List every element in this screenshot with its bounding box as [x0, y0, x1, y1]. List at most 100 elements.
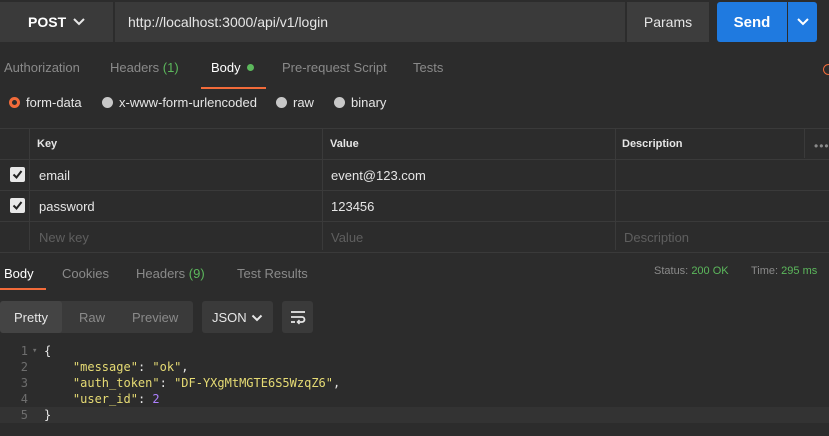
- response-code-viewer[interactable]: 1 ▾ {2 "message": "ok", 3 "auth_token": "DF…: [0, 343, 829, 423]
- tab-cookies[interactable]: Cookies: [62, 266, 109, 281]
- headers-count: (9): [188, 266, 205, 281]
- response-toolbar: Pretty Raw Preview JSON: [0, 301, 829, 333]
- radio-icon: [334, 97, 345, 108]
- new-value-field[interactable]: Value: [323, 222, 363, 252]
- body-type-options: form-data x-www-form-urlencoded raw bina…: [0, 94, 829, 114]
- response-status: Status: 200 OK: [654, 265, 729, 277]
- tab-label: Tests: [413, 60, 444, 75]
- value-field[interactable]: event@123.com: [323, 160, 426, 190]
- radio-icon: [276, 97, 287, 108]
- code-line: 1 ▾ {: [0, 343, 829, 359]
- code-text: "auth_token": "DF-YXgMtMGTE6S5WzqZ6",: [72, 376, 341, 390]
- tab-response-headers[interactable]: Headers (9): [136, 266, 205, 281]
- row-checkbox[interactable]: [10, 198, 25, 213]
- radio-raw[interactable]: raw: [276, 95, 314, 110]
- status-value: 200 OK: [691, 265, 729, 277]
- more-options-icon[interactable]: •••: [814, 139, 829, 153]
- radio-label: binary: [351, 95, 387, 110]
- tab-label: Test Results: [237, 266, 308, 281]
- key-field[interactable]: email: [31, 160, 70, 190]
- status-label: Status:: [654, 265, 689, 277]
- tab-label: Body: [211, 60, 241, 75]
- send-button[interactable]: Send: [717, 2, 787, 42]
- tab-headers[interactable]: Headers (1): [110, 60, 179, 75]
- modified-dot-icon: [246, 64, 254, 71]
- format-label: JSON: [212, 309, 247, 325]
- format-select[interactable]: JSON: [202, 301, 273, 333]
- time-label: Time:: [751, 265, 779, 277]
- code-text: "message": "ok",: [72, 360, 189, 374]
- column-header-key: Key: [37, 138, 58, 150]
- value-field[interactable]: 123456: [323, 191, 374, 221]
- request-tabs: Authorization Headers (1) Body Pre-reque…: [0, 50, 829, 90]
- wrap-lines-button[interactable]: [282, 301, 313, 333]
- params-table: Key Value Description ••• email event@12…: [0, 128, 829, 253]
- radio-label: x-www-form-urlencoded: [119, 95, 257, 110]
- code-line: 3 "auth_token": "DF-YXgMtMGTE6S5WzqZ6",: [0, 375, 829, 391]
- method-select[interactable]: POST: [0, 2, 113, 42]
- line-number: 5: [20, 408, 28, 422]
- code-line: 2 "message": "ok",: [0, 359, 829, 375]
- row-checkbox[interactable]: [10, 167, 25, 182]
- tab-tests[interactable]: Tests: [413, 60, 443, 75]
- tab-label: Pre-request Script: [282, 60, 387, 75]
- tab-response-body[interactable]: Body: [4, 266, 34, 281]
- checkmark-icon: [12, 170, 23, 180]
- tab-label: Cookies: [62, 266, 109, 281]
- code-text: {: [44, 344, 52, 358]
- request-bar: POST http://localhost:3000/api/v1/login …: [0, 0, 829, 44]
- column-divider: [29, 128, 30, 250]
- code-line: 4 "user_id": 2: [0, 391, 829, 407]
- tab-test-results[interactable]: Test Results: [237, 266, 308, 281]
- code-text: "user_id": 2: [72, 392, 160, 406]
- table-header-row: Key Value Description •••: [0, 128, 829, 160]
- chevron-down-icon: [251, 314, 263, 322]
- tab-label: Headers: [136, 266, 186, 281]
- table-row: email event@123.com: [0, 160, 829, 191]
- radio-label: raw: [293, 95, 314, 110]
- tab-label: Body: [4, 266, 34, 281]
- active-tab-indicator: [0, 288, 46, 290]
- column-header-description: Description: [622, 138, 683, 150]
- cookie-indicator-icon[interactable]: [823, 64, 829, 75]
- radio-icon: [102, 97, 113, 108]
- tab-pre-request-script[interactable]: Pre-request Script: [282, 60, 387, 75]
- headers-count: (1): [162, 60, 179, 75]
- radio-x-www-form-urlencoded[interactable]: x-www-form-urlencoded: [102, 95, 257, 110]
- key-field[interactable]: password: [31, 191, 95, 221]
- chevron-down-icon: [796, 18, 809, 26]
- line-number: 1: [20, 344, 28, 358]
- chevron-down-icon: [73, 18, 85, 26]
- radio-selected-icon: [9, 97, 20, 108]
- response-time: Time: 295 ms: [751, 265, 817, 277]
- table-row-new: New key Value Description: [0, 222, 829, 253]
- wrap-text-icon: [290, 311, 305, 325]
- radio-binary[interactable]: binary: [334, 95, 386, 110]
- tab-label: Authorization: [4, 60, 80, 75]
- view-pretty-button[interactable]: Pretty: [0, 301, 62, 333]
- column-divider: [615, 128, 616, 250]
- view-raw-button[interactable]: Raw: [79, 301, 105, 333]
- column-divider: [804, 128, 805, 158]
- radio-form-data[interactable]: form-data: [9, 95, 82, 110]
- params-button[interactable]: Params: [627, 2, 709, 42]
- new-description-field[interactable]: Description: [616, 222, 689, 252]
- time-value: 295 ms: [781, 265, 818, 277]
- tab-authorization[interactable]: Authorization: [4, 60, 80, 75]
- checkmark-icon: [12, 201, 23, 211]
- tab-body[interactable]: Body: [211, 60, 254, 75]
- column-header-value: Value: [330, 138, 359, 150]
- code-line: 5}: [0, 407, 829, 423]
- view-preview-button[interactable]: Preview: [132, 301, 178, 333]
- table-row: password 123456: [0, 191, 829, 222]
- new-key-field[interactable]: New key: [31, 222, 89, 252]
- url-input[interactable]: http://localhost:3000/api/v1/login: [115, 2, 625, 42]
- fold-toggle-icon[interactable]: ▾: [32, 343, 37, 359]
- active-tab-indicator: [201, 87, 266, 89]
- line-number: 2: [20, 360, 28, 374]
- method-label: POST: [28, 14, 67, 30]
- send-options-button[interactable]: [788, 2, 817, 42]
- view-mode-group: Pretty Raw Preview: [0, 301, 193, 333]
- line-number: 4: [20, 392, 28, 406]
- radio-label: form-data: [26, 95, 82, 110]
